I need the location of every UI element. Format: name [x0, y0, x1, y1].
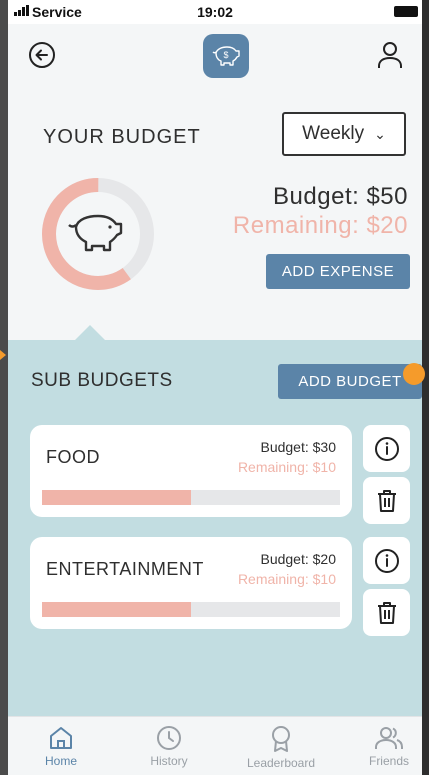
- sub-budgets-title: SUB BUDGETS: [31, 370, 173, 391]
- home-icon: [50, 727, 72, 749]
- highlight-marker: [403, 363, 425, 385]
- info-button-entertainment[interactable]: [363, 537, 410, 584]
- add-budget-button[interactable]: ADD BUDGET: [278, 364, 422, 399]
- sub-budget-remaining: Remaining: $10: [237, 571, 336, 587]
- delete-button-entertainment[interactable]: [363, 589, 410, 636]
- user-icon: [378, 42, 402, 68]
- progress-fill: [42, 602, 191, 617]
- budget-amount: Budget: $50: [273, 183, 408, 210]
- status-time: 19:02: [197, 4, 233, 20]
- clock-icon: [157, 726, 181, 750]
- info-icon: [374, 436, 399, 461]
- sub-budget-amount: Budget: $30: [260, 439, 336, 455]
- period-dropdown[interactable]: Weekly ⌄: [282, 112, 406, 156]
- sub-budget-progress-bar: [42, 602, 340, 617]
- window-edge-right: [422, 0, 429, 775]
- chevron-down-icon: ⌄: [374, 125, 386, 142]
- svg-text:$: $: [223, 50, 228, 60]
- period-value: Weekly: [302, 123, 365, 144]
- highlight-arrow: [0, 350, 6, 360]
- award-icon: [272, 726, 290, 752]
- tab-label: Home: [44, 754, 77, 768]
- piggy-bank-dollar-icon: $: [212, 46, 240, 66]
- budget-donut-chart: [41, 177, 155, 291]
- tab-label: History: [150, 754, 188, 768]
- add-expense-button[interactable]: ADD EXPENSE: [266, 254, 410, 289]
- tab-home[interactable]: Home: [16, 725, 106, 768]
- sub-budget-name: FOOD: [46, 447, 100, 467]
- users-icon: [375, 727, 403, 749]
- back-button[interactable]: [28, 41, 56, 69]
- tab-leaderboard[interactable]: Leaderboard: [236, 725, 326, 770]
- tab-label: Friends: [368, 754, 409, 768]
- tab-label: Leaderboard: [246, 756, 316, 770]
- trash-icon: [377, 489, 396, 512]
- trash-icon: [377, 601, 396, 624]
- budget-remaining: Remaining: $20: [232, 212, 408, 239]
- battery-icon: [394, 6, 418, 17]
- your-budget-title: YOUR BUDGET: [43, 126, 201, 148]
- sub-budget-amount: Budget: $20: [260, 551, 336, 567]
- profile-button[interactable]: [376, 40, 404, 70]
- sub-budget-card-food[interactable]: FOOD Budget: $30 Remaining: $10: [30, 425, 352, 517]
- donut-spent-arc: [42, 178, 154, 290]
- tab-history[interactable]: History: [124, 725, 214, 768]
- status-bar: Service 19:02: [8, 0, 422, 24]
- info-icon: [374, 548, 399, 573]
- phone-frame: Service 19:02 $ YOUR BUDGET Weekly ⌄ Bud…: [0, 0, 429, 775]
- window-edge-left: [0, 0, 8, 775]
- back-arrow-icon: [29, 42, 55, 68]
- progress-fill: [42, 490, 191, 505]
- panel-pointer: [74, 325, 106, 341]
- app-screen: Service 19:02 $ YOUR BUDGET Weekly ⌄ Bud…: [8, 0, 422, 775]
- app-logo: $: [203, 34, 249, 78]
- delete-button-food[interactable]: [363, 477, 410, 524]
- sub-budget-remaining: Remaining: $10: [237, 459, 336, 475]
- piggy-bank-icon: [68, 214, 123, 252]
- bottom-tab-bar: Home History Leaderboard Friends: [8, 716, 422, 775]
- sub-budget-progress-bar: [42, 490, 340, 505]
- info-button-food[interactable]: [363, 425, 410, 472]
- sub-budget-card-entertainment[interactable]: ENTERTAINMENT Budget: $20 Remaining: $10: [30, 537, 352, 629]
- tab-friends[interactable]: Friends: [344, 725, 422, 768]
- app-header: $: [8, 24, 422, 94]
- sub-budget-name: ENTERTAINMENT: [46, 559, 204, 579]
